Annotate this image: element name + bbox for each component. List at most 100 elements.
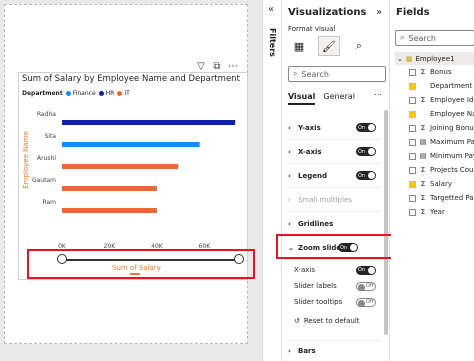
field-salary[interactable]: Σ Salary: [395, 177, 474, 191]
chart-legend: Department Finance HR IT: [22, 90, 130, 97]
bar-sita[interactable]: [62, 142, 200, 147]
legend-dot: [117, 91, 123, 96]
field-name: Year: [430, 208, 445, 216]
format-visual-icon[interactable]: 🖌: [318, 36, 340, 56]
zoom-x-axis-toggle[interactable]: On: [356, 265, 376, 275]
option-label: Slider tooltips: [294, 298, 343, 306]
toggle-label: Off: [366, 299, 374, 305]
slider-labels-toggle[interactable]: Off: [356, 281, 376, 291]
more-options-icon[interactable]: ⋯: [374, 90, 382, 99]
option-slider-tooltips: Slider tooltips Off: [288, 294, 380, 310]
field-checkbox[interactable]: [409, 68, 416, 76]
filter-icon[interactable]: ▽: [196, 62, 206, 72]
field-checkbox[interactable]: [409, 138, 416, 146]
tab-visual[interactable]: Visual: [288, 92, 316, 105]
field-employee-id[interactable]: Σ Employee Id: [395, 93, 474, 107]
field-checkbox[interactable]: [409, 110, 416, 118]
format-visual-label: Format visual: [288, 25, 336, 33]
category-label: Sita: [44, 133, 56, 140]
double-chevron-left-icon[interactable]: «: [268, 4, 274, 15]
field-joining-bonus[interactable]: Σ Joining Bonus: [395, 121, 474, 135]
reset-to-default-button[interactable]: ↺ Reset to default: [288, 312, 380, 330]
card-x-axis[interactable]: › X-axis On: [288, 140, 380, 164]
search-placeholder: Search: [408, 33, 436, 43]
legend-label: IT: [124, 90, 130, 97]
option-label: X-axis: [294, 266, 315, 274]
search-icon: ⌕: [293, 69, 298, 78]
field-checkbox[interactable]: [409, 166, 416, 174]
field-year[interactable]: Σ Year: [395, 205, 474, 219]
chevron-right-icon: ›: [288, 346, 291, 355]
legend-dot: [65, 91, 71, 96]
field-checkbox[interactable]: [409, 194, 416, 202]
field-employee-name[interactable]: Employee Name: [395, 107, 474, 121]
legend-toggle[interactable]: On: [356, 171, 376, 180]
legend-item-it[interactable]: IT: [117, 90, 130, 97]
card-label: Legend: [298, 171, 327, 180]
calculator-icon: ▤: [419, 138, 427, 146]
toggle-knob: [368, 266, 375, 274]
field-department[interactable]: Department: [395, 79, 474, 93]
chevron-down-icon: ⌄: [397, 54, 403, 63]
format-search-input[interactable]: ⌕ Search: [288, 66, 386, 82]
field-name: Department: [430, 82, 473, 90]
field-projects-count[interactable]: Σ Projects Count: [395, 163, 474, 177]
filters-label[interactable]: Filters: [268, 28, 277, 57]
sigma-icon: Σ: [420, 208, 426, 216]
reset-label: Reset to default: [303, 317, 360, 325]
double-chevron-right-icon[interactable]: »: [376, 7, 382, 18]
field-maximum-pay[interactable]: ▤Maximum Pay: [395, 135, 474, 149]
card-label: Small multiples: [298, 195, 352, 204]
field-checkbox[interactable]: [409, 208, 416, 216]
field-checkbox[interactable]: [409, 96, 416, 104]
field-checkbox[interactable]: [409, 180, 416, 188]
field-targetted-pay[interactable]: Σ Targetted Pay: [395, 191, 474, 205]
table-employee1[interactable]: ⌄ ▦ Employee1: [395, 52, 474, 65]
slider-tooltips-toggle[interactable]: Off: [356, 297, 376, 307]
card-gridlines[interactable]: › Gridlines: [288, 212, 380, 236]
viz-mode-icons: ▦ 🖌 ⌕: [288, 36, 370, 56]
zoom-slider-track[interactable]: [62, 259, 239, 261]
build-visual-icon[interactable]: ▦: [288, 36, 310, 56]
fields-search-input[interactable]: ⌕ Search: [395, 30, 474, 46]
page-tabs-strip: [0, 346, 262, 361]
bar-ram[interactable]: [62, 208, 157, 213]
toggle-knob: [358, 299, 365, 307]
x-title-underline: [130, 273, 140, 275]
field-minimum-pay[interactable]: ▤ Minimum Pay: [395, 149, 474, 163]
sigma-icon: Σ: [420, 124, 426, 132]
field-checkbox[interactable]: [409, 152, 416, 160]
field-checkbox[interactable]: [409, 124, 416, 132]
field-name: Employee Name: [430, 110, 474, 118]
toggle-knob: [368, 172, 375, 179]
legend-dot: [98, 91, 104, 96]
more-options-icon[interactable]: ⋯: [228, 62, 238, 72]
legend-item-hr[interactable]: HR: [98, 90, 114, 97]
bar-radha[interactable]: [62, 120, 236, 125]
focus-mode-icon[interactable]: ⧉: [212, 62, 222, 72]
field-bonus[interactable]: Σ Bonus: [395, 65, 474, 79]
x-axis-toggle[interactable]: On: [356, 147, 376, 156]
filters-pane-collapsed[interactable]: « Filters: [262, 0, 282, 361]
zoom-slider-left-handle[interactable]: [57, 254, 67, 264]
bar-arushi[interactable]: [62, 164, 179, 169]
calculator-icon: ▤: [419, 152, 427, 160]
legend-item-finance[interactable]: Finance: [65, 90, 96, 97]
card-legend[interactable]: › Legend On: [288, 164, 380, 188]
card-label: Gridlines: [298, 219, 334, 228]
card-bars[interactable]: › Bars: [288, 340, 380, 360]
card-y-axis[interactable]: › Y-axis On: [288, 116, 380, 140]
bar-gautam[interactable]: [62, 186, 157, 191]
toggle-knob: [368, 124, 375, 131]
x-axis-title: Sum of Salary: [112, 264, 161, 272]
tab-general[interactable]: General: [323, 92, 355, 105]
y-axis-toggle[interactable]: On: [356, 123, 376, 132]
pane-scrollbar[interactable]: [384, 110, 388, 335]
analytics-icon[interactable]: ⌕: [348, 36, 370, 56]
category-label: Gautam: [32, 177, 56, 184]
format-tabs: Visual General ⋯: [288, 90, 382, 105]
field-checkbox[interactable]: [409, 82, 416, 90]
zoom-slider-right-handle[interactable]: [234, 254, 244, 264]
chevron-right-icon: ›: [288, 123, 291, 132]
toggle-label: On: [358, 267, 366, 273]
